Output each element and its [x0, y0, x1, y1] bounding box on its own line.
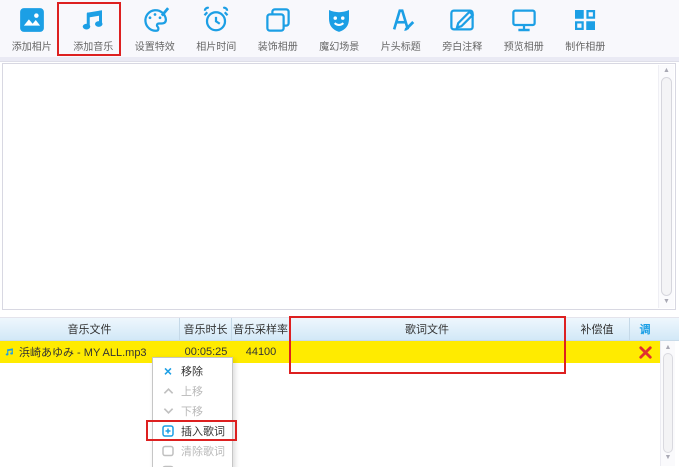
toolbar-item-magic-scene[interactable]: 魔幻场景	[309, 3, 371, 57]
compensation-cell	[565, 341, 630, 363]
toolbar-label: 制作相册	[565, 38, 605, 53]
make-album-grid-icon	[570, 5, 600, 35]
photo-time-clock-icon	[201, 5, 231, 35]
add-music-icon	[78, 5, 108, 35]
title-caption-icon	[386, 5, 416, 35]
column-header-music-file[interactable]: 音乐文件	[0, 318, 180, 340]
toolbar-label: 魔幻场景	[319, 38, 359, 53]
music-file-name: 浜崎あゆみ - MY ALL.mp3	[19, 344, 147, 360]
magic-scene-mask-icon	[324, 5, 354, 35]
toolbar-item-photo-time[interactable]: 相片时间	[186, 3, 248, 57]
red-x-icon[interactable]	[639, 346, 652, 359]
menu-item-label: 上移	[181, 383, 203, 399]
menu-item-label: 移除	[181, 363, 203, 379]
toolbar-label: 预览相册	[504, 38, 544, 53]
add-photo-icon	[17, 5, 47, 35]
photo-list-area: ▲ ▼	[2, 63, 676, 310]
menu-item-partial	[153, 461, 232, 467]
narration-note-icon	[447, 5, 477, 35]
toolbar-divider	[0, 57, 679, 62]
toolbar-label: 添加音乐	[73, 38, 113, 53]
toolbar-label: 旁白注释	[442, 38, 482, 53]
effects-palette-icon	[140, 5, 170, 35]
column-header-clipped[interactable]: 调	[630, 318, 660, 340]
menu-item-move-up: 上移	[153, 381, 232, 401]
music-context-menu: × 移除 上移 下移 插入歌词 清除歌词	[152, 357, 233, 467]
toolbar-label: 相片时间	[196, 38, 236, 53]
menu-item-clear-lyrics: 清除歌词	[153, 441, 232, 461]
toolbar-item-decorate-album[interactable]: 装饰相册	[247, 3, 309, 57]
toolbar-item-preview-album[interactable]: 预览相册	[493, 3, 555, 57]
menu-item-label: 下移	[181, 403, 203, 419]
column-header-lyrics-file[interactable]: 歌词文件	[290, 318, 565, 340]
toolbar-item-narration[interactable]: 旁白注释	[432, 3, 494, 57]
toolbar-item-add-music[interactable]: 添加音乐	[63, 3, 125, 57]
toolbar-item-add-photo[interactable]: 添加相片	[1, 3, 63, 57]
content-scrollbar[interactable]: ▲ ▼	[658, 65, 674, 308]
table-scroll-down-arrow-icon[interactable]: ▼	[661, 453, 675, 462]
toolbar-item-make-album[interactable]: 制作相册	[555, 3, 617, 57]
preview-monitor-icon	[509, 5, 539, 35]
table-scrollbar-thumb[interactable]	[663, 353, 673, 453]
music-note-icon	[4, 346, 15, 358]
toolbar-item-title-caption[interactable]: 片头标题	[370, 3, 432, 57]
toolbar-label: 设置特效	[135, 38, 175, 53]
scroll-up-arrow-icon[interactable]: ▲	[659, 66, 674, 76]
remove-x-icon: ×	[162, 365, 174, 377]
menu-item-label: 清除歌词	[181, 443, 225, 459]
album-maker-app: { "toolbar": { "items": [ { "label": "添加…	[0, 0, 679, 467]
toolbar-label: 添加相片	[12, 38, 52, 53]
column-header-duration[interactable]: 音乐时长	[180, 318, 232, 340]
main-toolbar: 添加相片 添加音乐 设置特效 相片时间 装饰相册 魔幻场景 片头标题 旁白注释 …	[0, 0, 679, 57]
table-scroll-up-arrow-icon[interactable]: ▲	[661, 343, 675, 352]
delete-row-cell[interactable]	[630, 341, 660, 363]
toolbar-label: 片头标题	[381, 38, 421, 53]
decorate-album-icon	[263, 5, 293, 35]
menu-item-move-down: 下移	[153, 401, 232, 421]
menu-item-label: 插入歌词	[181, 423, 225, 439]
insert-lyrics-icon	[162, 425, 174, 437]
move-up-icon	[162, 385, 174, 397]
clear-lyrics-icon	[162, 445, 174, 457]
music-table-row-selected[interactable]: 浜崎あゆみ - MY ALL.mp3 00:05:25 44100	[0, 341, 660, 363]
scroll-down-arrow-icon[interactable]: ▼	[659, 297, 674, 307]
music-table-header: 音乐文件 音乐时长 音乐采样率 歌词文件 补偿值 调	[0, 317, 679, 341]
content-scrollbar-thumb[interactable]	[661, 77, 672, 296]
move-down-icon	[162, 405, 174, 417]
menu-item-insert-lyrics[interactable]: 插入歌词	[153, 421, 232, 441]
column-header-compensation[interactable]: 补偿值	[565, 318, 630, 340]
sample-rate-cell: 44100	[232, 341, 290, 363]
menu-item-remove[interactable]: × 移除	[153, 361, 232, 381]
column-header-sample-rate[interactable]: 音乐采样率	[232, 318, 290, 340]
lyrics-file-cell	[290, 341, 565, 363]
toolbar-item-set-effects[interactable]: 设置特效	[124, 3, 186, 57]
toolbar-label: 装饰相册	[258, 38, 298, 53]
music-table-scrollbar[interactable]: ▲ ▼	[660, 341, 675, 466]
